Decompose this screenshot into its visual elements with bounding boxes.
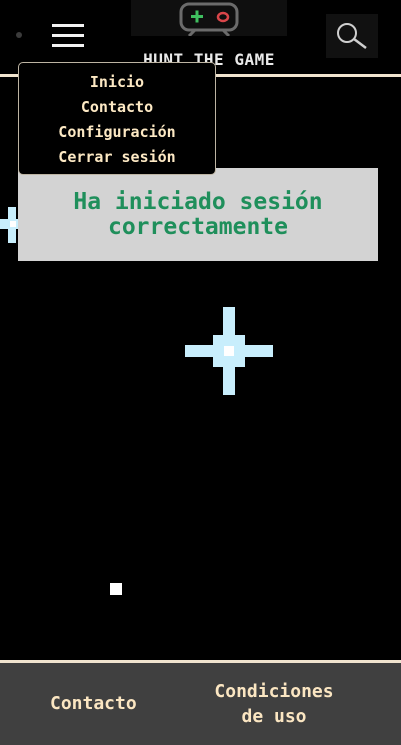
indicator-dot	[16, 32, 22, 38]
menu-item-cerrar-sesion[interactable]: Cerrar sesión	[19, 148, 215, 166]
hamburger-menu-button[interactable]	[52, 22, 86, 50]
footer-terms-link[interactable]: Condiciones de uso	[200, 679, 348, 729]
menu-item-configuracion[interactable]: Configuración	[19, 123, 215, 141]
small-pixel-decoration	[110, 583, 122, 595]
hamburger-icon	[52, 24, 84, 27]
success-message: Ha iniciado sesión correctamente	[73, 188, 323, 240]
footer-contact-link[interactable]: Contacto	[50, 691, 137, 716]
center-star-decoration	[185, 307, 273, 395]
menu-item-inicio[interactable]: Inicio	[19, 73, 215, 91]
dropdown-menu: Inicio Contacto Configuración Cerrar ses…	[18, 62, 216, 175]
gamepad-icon	[179, 2, 239, 36]
logo[interactable]	[131, 0, 287, 36]
login-success-banner: Ha iniciado sesión correctamente	[18, 168, 378, 261]
search-icon	[337, 23, 367, 49]
search-button[interactable]	[326, 14, 378, 58]
menu-item-contacto[interactable]: Contacto	[19, 98, 215, 116]
footer: Contacto Condiciones de uso	[0, 660, 401, 745]
